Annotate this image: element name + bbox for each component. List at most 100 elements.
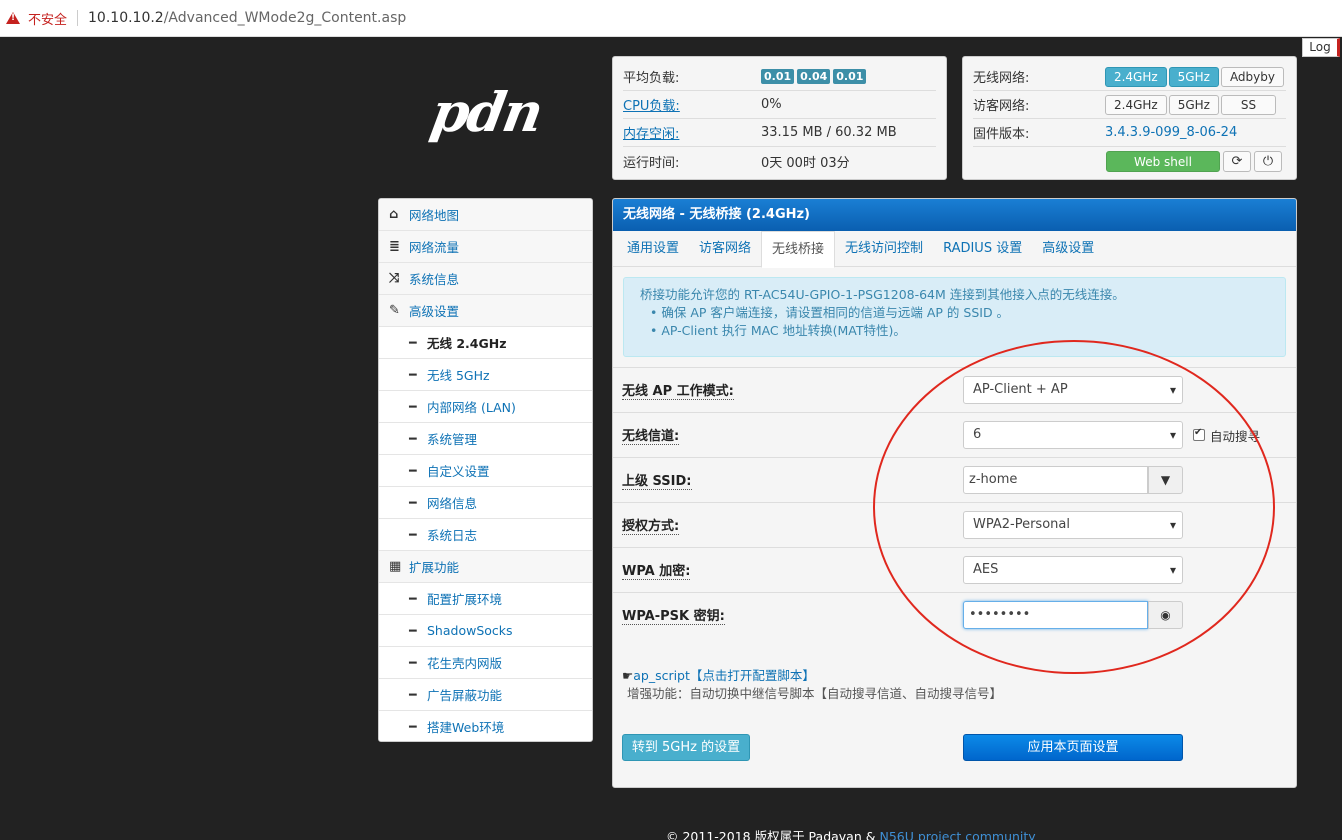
sidebar-item-extensions[interactable]: ▦ 扩展功能 [379,551,592,583]
list-icon: ≣ [389,239,400,254]
ap-script-link[interactable]: ☛ap_script【点击打开配置脚本】 [622,665,815,684]
ssid-row: 上级 SSID: z-home ▼ [613,457,1296,502]
sidebar-item-web-env[interactable]: ━ 搭建Web环境 [379,711,592,741]
tab-advanced[interactable]: 高级设置 [1032,231,1104,266]
padavan-logo: pdn [426,80,547,144]
goto-5ghz-button[interactable]: 转到 5GHz 的设置 [622,734,750,761]
adbyby-button[interactable]: Adbyby [1220,66,1284,87]
sidebar-item-shadowsocks[interactable]: ━ ShadowSocks [379,615,592,647]
load-badge-1: 0.01 [761,69,795,84]
sidebar-item-label: 自定义设置 [427,464,490,479]
apply-button[interactable]: 应用本页面设置 [963,734,1183,761]
sidebar-item-label: ShadowSocks [427,623,513,638]
auth-row: 授权方式: WPA2-Personal [613,502,1296,547]
script-description: 增强功能：自动切换中继信号脚本【自动搜寻信道、自动搜寻信号】 [627,686,1003,701]
footer-link[interactable]: N56U project community [879,829,1035,840]
wpa-enc-select[interactable]: AES [963,556,1183,584]
guest-label: 访客网络: [973,99,1030,114]
url-path: /Advanced_WMode2g_Content.asp [163,10,407,26]
memory-label-link[interactable]: 内存空闲: [623,123,761,142]
sidebar-item-wireless-5[interactable]: ━ 无线 5GHz [379,359,592,391]
sidebar-item-network-map[interactable]: ⌂ 网络地图 [379,199,592,231]
tab-bar: 通用设置 访客网络 无线桥接 无线访问控制 RADIUS 设置 高级设置 [613,231,1296,268]
mode-row: 无线 AP 工作模式: AP-Client + AP [613,367,1296,412]
refresh-icon[interactable]: ⟳ [1223,150,1251,172]
info-bullet: AP-Client 执行 MAC 地址转换(MAT特性)。 [640,322,1269,340]
firmware-version-link[interactable]: 3.4.3.9-099_8-06-24 [1105,125,1237,140]
channel-select[interactable]: 6 [963,421,1183,449]
load-badge-3: 0.01 [833,69,867,84]
checkbox-checked-icon [1193,427,1205,441]
guest-5ghz-button[interactable]: 5GHz [1168,94,1219,115]
auto-search-checkbox[interactable]: 自动搜寻 [1193,426,1260,445]
sidebar-item-label: 无线 5GHz [427,368,490,383]
tab-access-control[interactable]: 无线访问控制 [835,231,933,266]
sidebar-item-wireless-24[interactable]: ━ 无线 2.4GHz [379,327,592,359]
tab-guest[interactable]: 访客网络 [689,231,761,266]
sidebar-item-netinfo[interactable]: ━ 网络信息 [379,487,592,519]
dash-icon: ━ [409,623,417,638]
guest-row: 访客网络: 2.4GHz 5GHz SS [973,91,1286,119]
dash-icon: ━ [409,687,417,702]
wpa-enc-label: WPA 加密: [622,560,691,580]
separator [77,10,79,26]
browser-address-bar[interactable]: 不安全 10.10.10.2/Advanced_WMode2g_Content.… [0,0,1342,37]
sidebar-item-label: 系统管理 [427,432,478,447]
dash-icon: ━ [409,719,417,734]
url-text[interactable]: 10.10.10.2/Advanced_WMode2g_Content.asp [88,10,406,26]
tab-general[interactable]: 通用设置 [617,231,689,266]
footer: © 2011-2018 版权属于 Padavan & N56U project … [666,826,1036,840]
power-icon[interactable]: ⏻ [1254,150,1282,172]
sidebar-item-adblock[interactable]: ━ 广告屏蔽功能 [379,679,592,711]
psk-row: WPA-PSK 密钥: •••••••• ◉ [613,592,1296,637]
sidebar-item-oray[interactable]: ━ 花生壳内网版 [379,647,592,679]
sidebar-item-admin[interactable]: ━ 系统管理 [379,423,592,455]
ssid-input[interactable]: z-home [963,466,1148,494]
actions-row: Web shell ⟳ ⏻ [973,147,1286,175]
eye-slash-icon[interactable]: ◉ [1148,601,1183,629]
memory-row: 内存空闲: 33.15 MB / 60.32 MB [623,119,936,147]
sidebar-item-advanced[interactable]: ✎ 高级设置 [379,295,592,327]
wireless-label: 无线网络: [973,71,1030,86]
sidebar-item-label: 系统信息 [409,272,460,287]
security-warning[interactable]: 不安全 [6,9,67,28]
auth-label: 授权方式: [622,515,680,535]
dash-icon: ━ [409,367,417,382]
tab-bridge[interactable]: 无线桥接 [761,231,836,268]
sidebar-item-lan[interactable]: ━ 内部网络 (LAN) [379,391,592,423]
chevron-down-icon[interactable]: ▼ [1148,466,1183,494]
home-icon: ⌂ [389,207,399,222]
sidebar-item-custom[interactable]: ━ 自定义设置 [379,455,592,487]
mode-label: 无线 AP 工作模式: [622,380,734,400]
sidebar-item-label: 网络流量 [409,240,460,255]
wireless-row: 无线网络: 2.4GHz 5GHz Adbyby [973,63,1286,91]
psk-input[interactable]: •••••••• [963,601,1148,629]
log-button[interactable]: Log [1302,38,1340,57]
auth-select[interactable]: WPA2-Personal [963,511,1183,539]
mode-select[interactable]: AP-Client + AP [963,376,1183,404]
wireless-5ghz-button[interactable]: 5GHz [1168,66,1219,87]
webshell-button[interactable]: Web shell [1106,150,1220,172]
dash-icon: ━ [409,655,417,670]
url-host: 10.10.10.2 [88,10,164,26]
info-line: 桥接功能允许您的 RT-AC54U-GPIO-1-PSG1208-64M 连接到… [640,287,1125,302]
sidebar-item-system-info[interactable]: ⤨ 系统信息 [379,263,592,295]
sidebar-menu: ⌂ 网络地图 ≣ 网络流量 ⤨ 系统信息 ✎ 高级设置 ━ 无线 2.4GHz ━ 无线 5… [378,198,593,742]
tab-radius[interactable]: RADIUS 设置 [933,231,1032,266]
wrench-icon: ✎ [389,303,400,318]
uptime-row: 运行时间: 0天 00时 03分 [623,147,936,175]
page-title: 无线网络 - 无线桥接 (2.4GHz) [613,199,1296,231]
channel-row: 无线信道: 6 自动搜寻 [613,412,1296,457]
auto-search-label: 自动搜寻 [1210,428,1261,444]
cpu-row: CPU负载: 0% [623,91,936,119]
ss-button[interactable]: SS [1220,94,1276,115]
sidebar-item-ext-env[interactable]: ━ 配置扩展环境 [379,583,592,615]
guest-24ghz-button[interactable]: 2.4GHz [1105,94,1167,115]
sidebar-item-label: 网络地图 [409,208,460,223]
uptime-label: 运行时间: [623,155,680,171]
wireless-24ghz-button[interactable]: 2.4GHz [1104,66,1167,87]
sidebar-item-traffic[interactable]: ≣ 网络流量 [379,231,592,263]
cpu-label-link[interactable]: CPU负载: [623,95,761,114]
load-row: 平均负载: 0.01 0.04 0.01 [623,63,936,91]
sidebar-item-syslog[interactable]: ━ 系统日志 [379,519,592,551]
